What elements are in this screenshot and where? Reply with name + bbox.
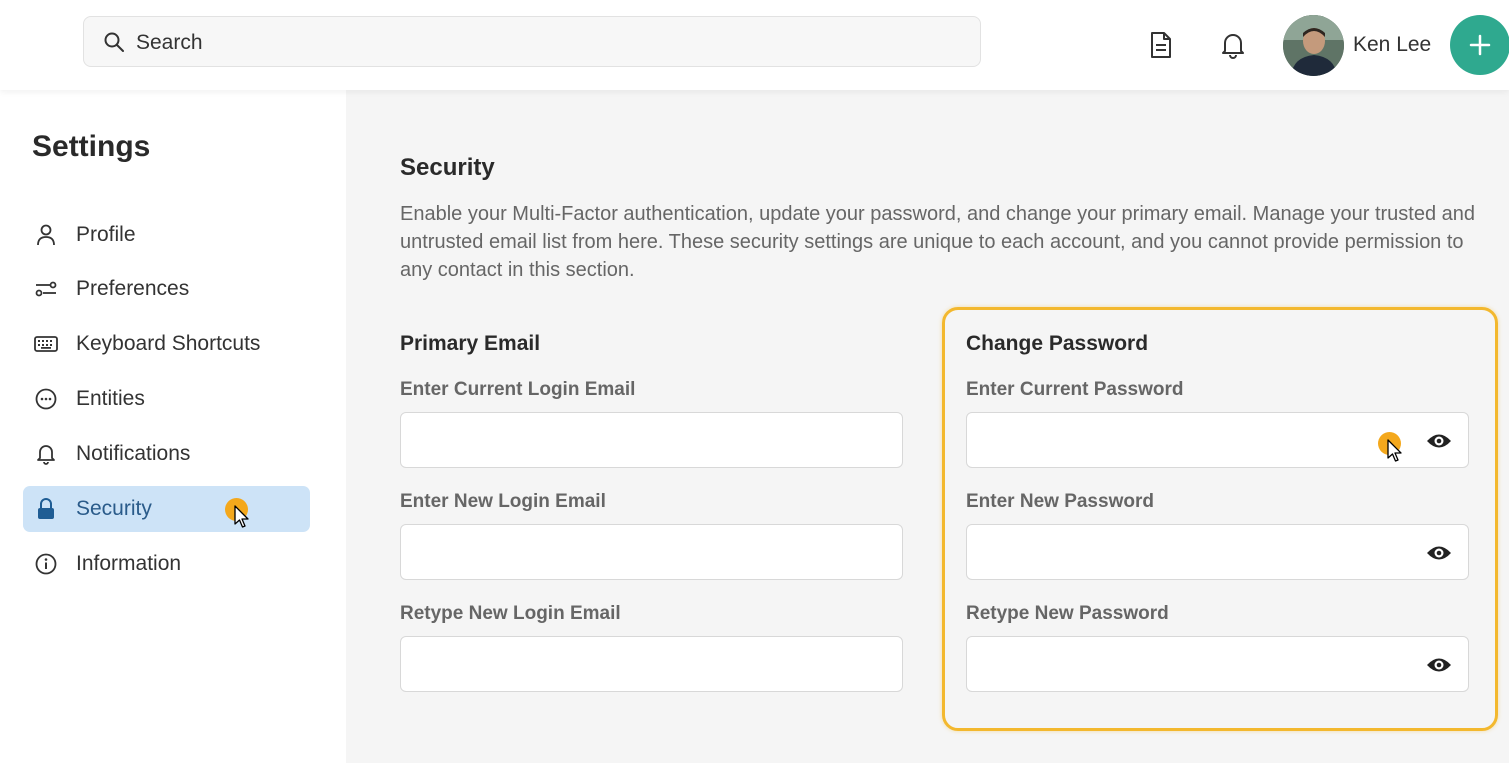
info-icon	[34, 552, 58, 576]
retype-login-email-field[interactable]	[400, 636, 903, 692]
current-login-email-input[interactable]	[401, 413, 902, 467]
sidebar-item-profile[interactable]: Profile	[23, 212, 310, 258]
search-bar[interactable]: Search	[83, 16, 981, 67]
dots-circle-icon	[34, 387, 58, 411]
bell-icon	[34, 442, 58, 466]
eye-icon[interactable]	[1426, 653, 1452, 677]
person-icon	[34, 223, 58, 247]
bell-icon[interactable]	[1215, 27, 1251, 63]
sidebar-item-label: Notifications	[76, 442, 191, 465]
eye-icon[interactable]	[1426, 429, 1452, 453]
sidebar-item-notifications[interactable]: Notifications	[23, 431, 310, 477]
user-name[interactable]: Ken Lee	[1353, 33, 1431, 57]
current-login-email-field[interactable]	[400, 412, 903, 468]
new-password-input[interactable]	[967, 525, 1468, 579]
field-label: Retype New Password	[966, 603, 1169, 624]
sidebar-item-label: Entities	[76, 387, 145, 410]
retype-password-input[interactable]	[967, 637, 1468, 691]
sidebar-item-preferences[interactable]: Preferences	[23, 266, 310, 312]
field-label: Enter New Login Email	[400, 491, 606, 512]
plus-icon	[1469, 34, 1491, 56]
cursor-icon	[234, 505, 249, 528]
main-content: Security Enable your Multi-Factor authen…	[346, 90, 1509, 763]
sidebar-item-label: Keyboard Shortcuts	[76, 332, 261, 355]
lock-icon	[34, 497, 58, 521]
sidebar-item-label: Preferences	[76, 277, 190, 300]
keyboard-icon	[34, 332, 58, 356]
cursor-icon	[1387, 439, 1402, 462]
sidebar-title: Settings	[32, 130, 151, 163]
search-icon	[104, 32, 124, 52]
sidebar-item-security[interactable]: Security	[23, 486, 310, 532]
retype-login-email-input[interactable]	[401, 637, 902, 691]
retype-password-field[interactable]	[966, 636, 1469, 692]
search-placeholder: Search	[136, 31, 203, 54]
top-bar: Search Ken Lee	[0, 0, 1509, 90]
avatar[interactable]	[1283, 15, 1344, 76]
field-label: Retype New Login Email	[400, 603, 621, 624]
sidebar-item-entities[interactable]: Entities	[23, 376, 310, 422]
eye-icon[interactable]	[1426, 541, 1452, 565]
field-label: Enter Current Password	[966, 379, 1184, 400]
primary-email-heading: Primary Email	[400, 332, 541, 355]
new-password-field[interactable]	[966, 524, 1469, 580]
page-description: Enable your Multi-Factor authentication,…	[400, 203, 1476, 281]
new-login-email-input[interactable]	[401, 525, 902, 579]
sliders-icon	[34, 277, 58, 301]
settings-sidebar: Settings Profile Preferences Keyboard Sh…	[0, 90, 346, 763]
sidebar-item-label: Information	[76, 552, 182, 575]
sidebar-item-label: Profile	[76, 223, 136, 246]
sidebar-item-information[interactable]: Information	[23, 541, 310, 587]
change-password-heading: Change Password	[966, 332, 1149, 355]
new-login-email-field[interactable]	[400, 524, 903, 580]
document-icon[interactable]	[1143, 27, 1179, 63]
sidebar-item-label: Security	[76, 497, 152, 520]
field-label: Enter New Password	[966, 491, 1154, 512]
page-title: Security	[400, 154, 495, 181]
add-button[interactable]	[1450, 15, 1509, 75]
field-label: Enter Current Login Email	[400, 379, 636, 400]
sidebar-item-keyboard-shortcuts[interactable]: Keyboard Shortcuts	[23, 321, 310, 367]
